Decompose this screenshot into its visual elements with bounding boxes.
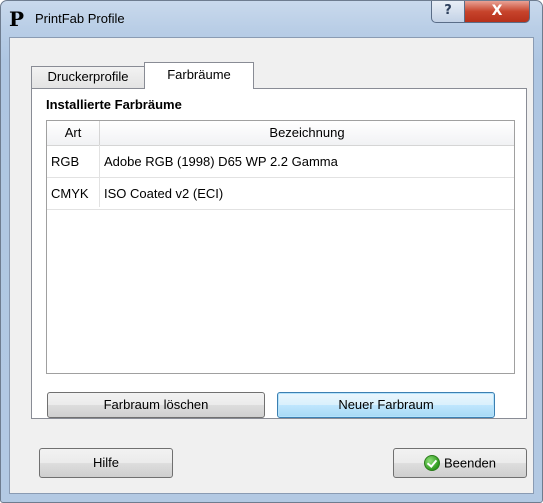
farbraeume-panel: Installierte Farbräume Art Bezeichnung R…	[31, 88, 527, 419]
delete-colorspace-button[interactable]: Farbraum löschen	[47, 392, 265, 418]
help-title-button[interactable]: ?	[431, 1, 465, 23]
cell-art: RGB	[51, 154, 80, 169]
close-icon: X	[491, 3, 503, 19]
table-header: Art Bezeichnung	[47, 121, 514, 146]
tab-druckerprofile[interactable]: Druckerprofile	[31, 66, 145, 88]
tab-farbraeume[interactable]: Farbräume	[144, 62, 254, 89]
help-button[interactable]: Hilfe	[39, 448, 173, 478]
question-icon: ?	[444, 3, 452, 18]
quit-button[interactable]: Beenden	[393, 448, 527, 478]
cell-bezeichnung: ISO Coated v2 (ECI)	[104, 186, 224, 201]
table-row[interactable]: CMYK ISO Coated v2 (ECI)	[47, 178, 514, 210]
table-row[interactable]: RGB Adobe RGB (1998) D65 WP 2.2 Gamma	[47, 146, 514, 178]
app-window: P PrintFab Profile ? X Druckerprofile Fa…	[0, 0, 543, 503]
column-header-bezeichnung[interactable]: Bezeichnung	[100, 121, 514, 145]
section-heading: Installierte Farbräume	[46, 97, 182, 112]
column-header-art[interactable]: Art	[47, 121, 100, 145]
title-bar[interactable]: P PrintFab Profile ? X	[1, 1, 542, 37]
close-window-button[interactable]: X	[464, 1, 530, 23]
new-colorspace-button[interactable]: Neuer Farbraum	[277, 392, 495, 418]
printfab-logo-icon: P	[9, 7, 25, 31]
column-divider	[99, 145, 100, 207]
dialog-body: Druckerprofile Farbräume Installierte Fa…	[9, 37, 534, 494]
colorspace-table: Art Bezeichnung RGB Adobe RGB (1998) D65…	[46, 120, 515, 374]
ok-check-icon	[423, 454, 440, 471]
cell-bezeichnung: Adobe RGB (1998) D65 WP 2.2 Gamma	[104, 154, 338, 169]
cell-art: CMYK	[51, 186, 89, 201]
quit-button-label: Beenden	[443, 455, 497, 471]
window-title: PrintFab Profile	[35, 11, 125, 26]
